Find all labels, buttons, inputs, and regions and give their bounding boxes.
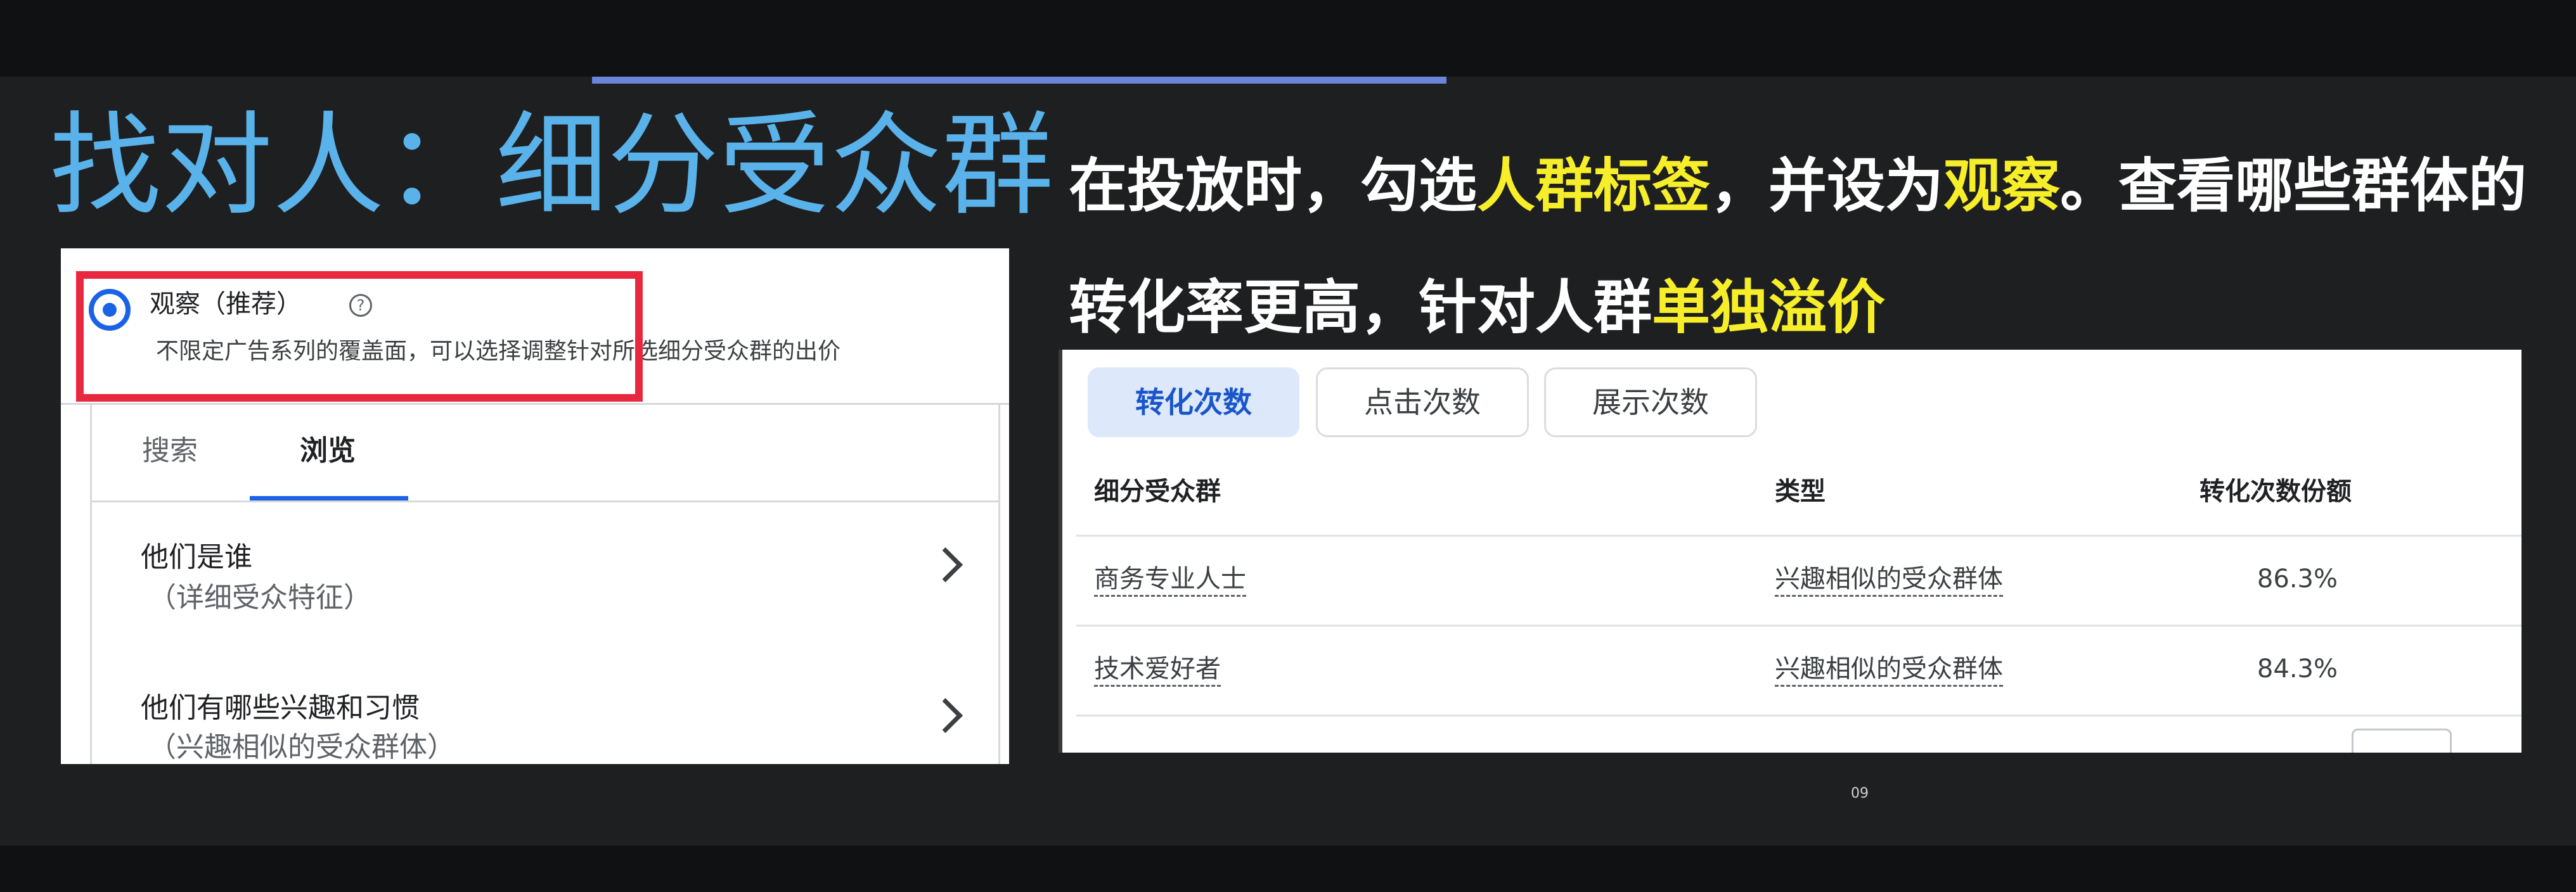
bottom-letterbox [0, 846, 2576, 892]
callout-highlight-box [76, 271, 643, 402]
audience-settings-screenshot: 观察（推荐） ? 不限定广告系列的覆盖面，可以选择调整针对所选细分受众群的出价 … [61, 248, 1009, 764]
chip-impressions[interactable]: 展示次数 [1544, 367, 1757, 437]
description-text: 在投放时，勾选 [1069, 152, 1478, 220]
chip-clicks[interactable]: 点击次数 [1316, 367, 1529, 437]
nav-item-who-subtitle: （详细受众特征） [148, 582, 371, 614]
nav-item-interests-subtitle: （兴趣相似的受众群体） [148, 731, 455, 763]
table-cell-segment[interactable]: 商务专业人士 [1094, 561, 1246, 597]
page-number: 09 [1851, 786, 1869, 801]
table-cell-type[interactable]: 兴趣相似的受众群体 [1775, 561, 2003, 597]
nav-item-interests-title[interactable]: 他们有哪些兴趣和习惯 [141, 689, 420, 727]
column-header-segment[interactable]: 细分受众群 [1094, 474, 1221, 509]
column-header-conversion-share[interactable]: 转化次数份额 [2199, 474, 2352, 509]
divider [1076, 535, 2521, 537]
highlight-observe: 观察 [1943, 152, 2061, 220]
accent-line [592, 77, 1446, 84]
nav-item-who-title[interactable]: 他们是谁 [141, 538, 252, 577]
slide-viewer: 找对人：细分受众群 在投放时，勾选人群标签，并设为观察。查看哪些群体的转化率更高… [0, 0, 2576, 892]
divider [1076, 715, 2521, 717]
column-header-type[interactable]: 类型 [1775, 474, 1826, 509]
audience-report-screenshot: 转化次数 点击次数 展示次数 细分受众群 类型 转化次数份额 商务专业人士 兴趣… [1059, 350, 2521, 753]
tab-browse[interactable]: 浏览 [300, 432, 356, 470]
divider [1076, 625, 2521, 627]
pagination-button[interactable] [2352, 729, 2452, 753]
table-cell-type[interactable]: 兴趣相似的受众群体 [1775, 651, 2003, 687]
active-tab-indicator [250, 496, 408, 500]
description-text: ，并设为 [1710, 152, 1944, 220]
tab-search[interactable]: 搜索 [142, 432, 198, 470]
divider [90, 500, 1000, 502]
slide-title: 找对人：细分受众群 [49, 101, 1054, 231]
slide-description: 在投放时，勾选人群标签，并设为观察。查看哪些群体的转化率更高，针对人群单独溢价 [1069, 125, 2539, 369]
highlight-audience-tags: 人群标签 [1477, 152, 1711, 220]
top-letterbox [0, 0, 2576, 77]
table-cell-segment[interactable]: 技术爱好者 [1094, 651, 1221, 687]
table-cell-share: 86.3% [2257, 564, 2338, 594]
chip-conversions[interactable]: 转化次数 [1088, 367, 1299, 437]
table-cell-share: 84.3% [2257, 654, 2338, 684]
panel-edge [1059, 350, 1062, 753]
highlight-bid-adjustment: 单独溢价 [1652, 274, 1886, 341]
